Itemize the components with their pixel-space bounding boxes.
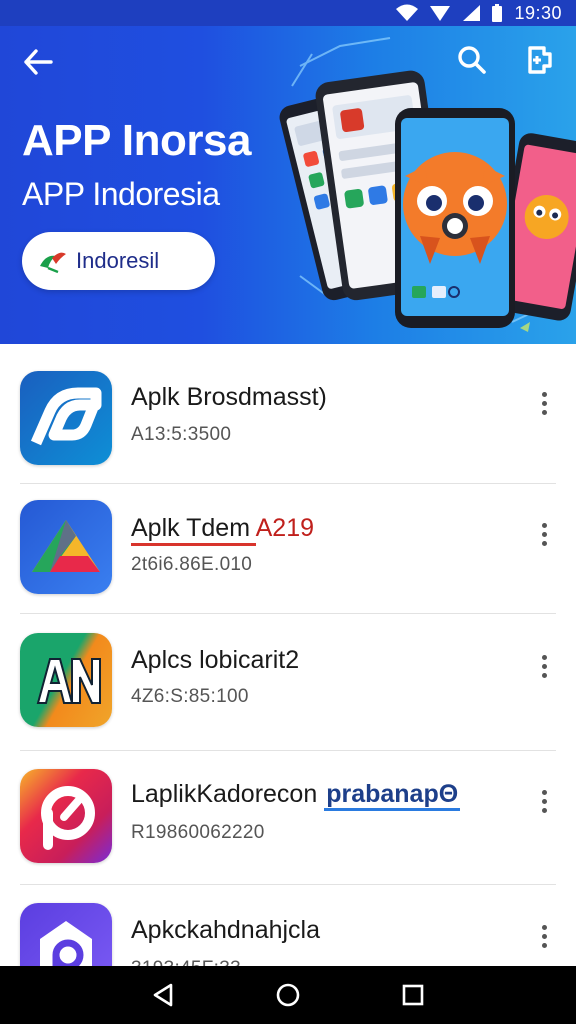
list-item[interactable]: LaplikKadorecon prabanapΘ R19860062220: [0, 752, 576, 884]
p-logo-icon: [20, 769, 112, 863]
app-name: LaplikKadorecon prabanapΘ: [131, 780, 461, 811]
an-logo-icon: [20, 633, 112, 727]
app-subtitle: R19860062220: [131, 822, 265, 843]
app-subtitle: A13:5:3500: [131, 424, 232, 445]
more-options-button[interactable]: [532, 920, 556, 952]
app-subtitle: 4Ζ6:S:85:100: [131, 686, 249, 707]
nav-home-icon: [276, 983, 300, 1007]
divider: [20, 613, 556, 614]
phones-illustration: [279, 70, 576, 328]
more-options-button[interactable]: [532, 387, 556, 419]
nav-home-button[interactable]: [268, 975, 308, 1015]
status-bar: 19:30: [0, 0, 576, 26]
signal-icon: [430, 4, 451, 22]
divider: [20, 750, 556, 751]
more-options-button[interactable]: [532, 518, 556, 550]
more-options-button[interactable]: [532, 785, 556, 817]
app-name-version: A219: [255, 514, 314, 542]
divider: [20, 884, 556, 885]
triangle-logo-icon: [20, 500, 112, 594]
app-name-part: Aplk Tdem: [131, 514, 256, 546]
list-item[interactable]: Aplk Brosdmasst) A13:5:3500: [0, 344, 576, 476]
battery-icon: [492, 4, 503, 22]
status-time: 19:30: [514, 2, 562, 23]
app-name: Aplk Tdem A219: [131, 514, 314, 546]
app-name: Aplcs lobicarit2: [131, 646, 300, 674]
nav-back-icon: [153, 983, 172, 1007]
wifi-icon: [396, 4, 419, 22]
nav-recents-button[interactable]: [393, 975, 433, 1015]
app-subtitle: 2t6i6.86E.010: [131, 554, 253, 575]
system-nav-bar: [0, 966, 576, 1024]
app-name: Aplk Brosdmasst): [131, 383, 327, 411]
list-item[interactable]: Aplcs lobicarit2 4Ζ6:S:85:100: [0, 616, 576, 748]
nav-recents-icon: [403, 984, 424, 1006]
more-options-button[interactable]: [532, 650, 556, 682]
d-logo-icon: [20, 371, 112, 465]
hero-banner: APP Inorsa APP Indoresia Indoresil: [0, 26, 576, 344]
app-name: Apkckahdnahjcla: [131, 916, 321, 944]
signal-icon: [462, 4, 481, 22]
list-item[interactable]: Aplk Tdem A219 2t6i6.86E.010: [0, 484, 576, 616]
app-name-text: LaplikKadorecon: [131, 780, 318, 808]
nav-back-button[interactable]: [143, 975, 183, 1015]
app-tag: prabanapΘ: [324, 780, 461, 811]
